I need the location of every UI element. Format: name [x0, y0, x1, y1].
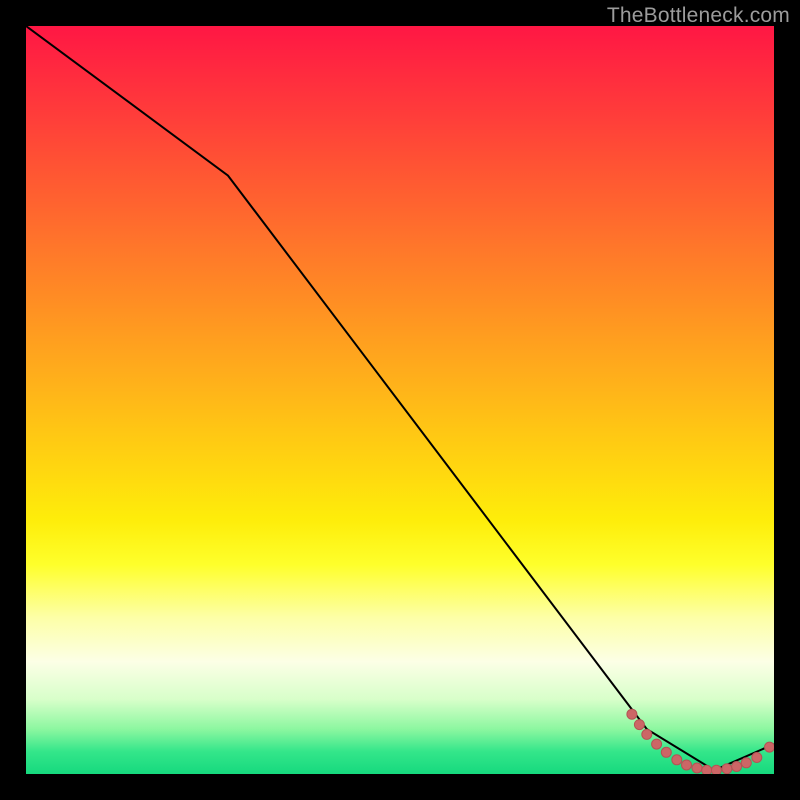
marker-dot	[634, 720, 644, 730]
marker-dot	[627, 709, 637, 719]
marker-dot	[692, 763, 702, 773]
marker-dot	[732, 762, 742, 772]
marker-dot	[642, 729, 652, 739]
marker-dot	[741, 758, 751, 768]
watermark-text: TheBottleneck.com	[607, 4, 790, 28]
curve-line	[26, 26, 774, 770]
marker-dot	[765, 742, 775, 752]
marker-dot	[702, 765, 712, 774]
chart-frame: TheBottleneck.com	[0, 0, 800, 800]
marker-group	[627, 709, 774, 774]
marker-dot	[752, 753, 762, 763]
marker-dot	[711, 765, 721, 774]
marker-dot	[652, 739, 662, 749]
marker-dot	[661, 747, 671, 757]
marker-dot	[722, 764, 732, 774]
main-line	[26, 26, 774, 770]
marker-dot	[672, 755, 682, 765]
chart-svg	[26, 26, 774, 774]
marker-dot	[682, 760, 692, 770]
plot-area	[26, 26, 774, 774]
